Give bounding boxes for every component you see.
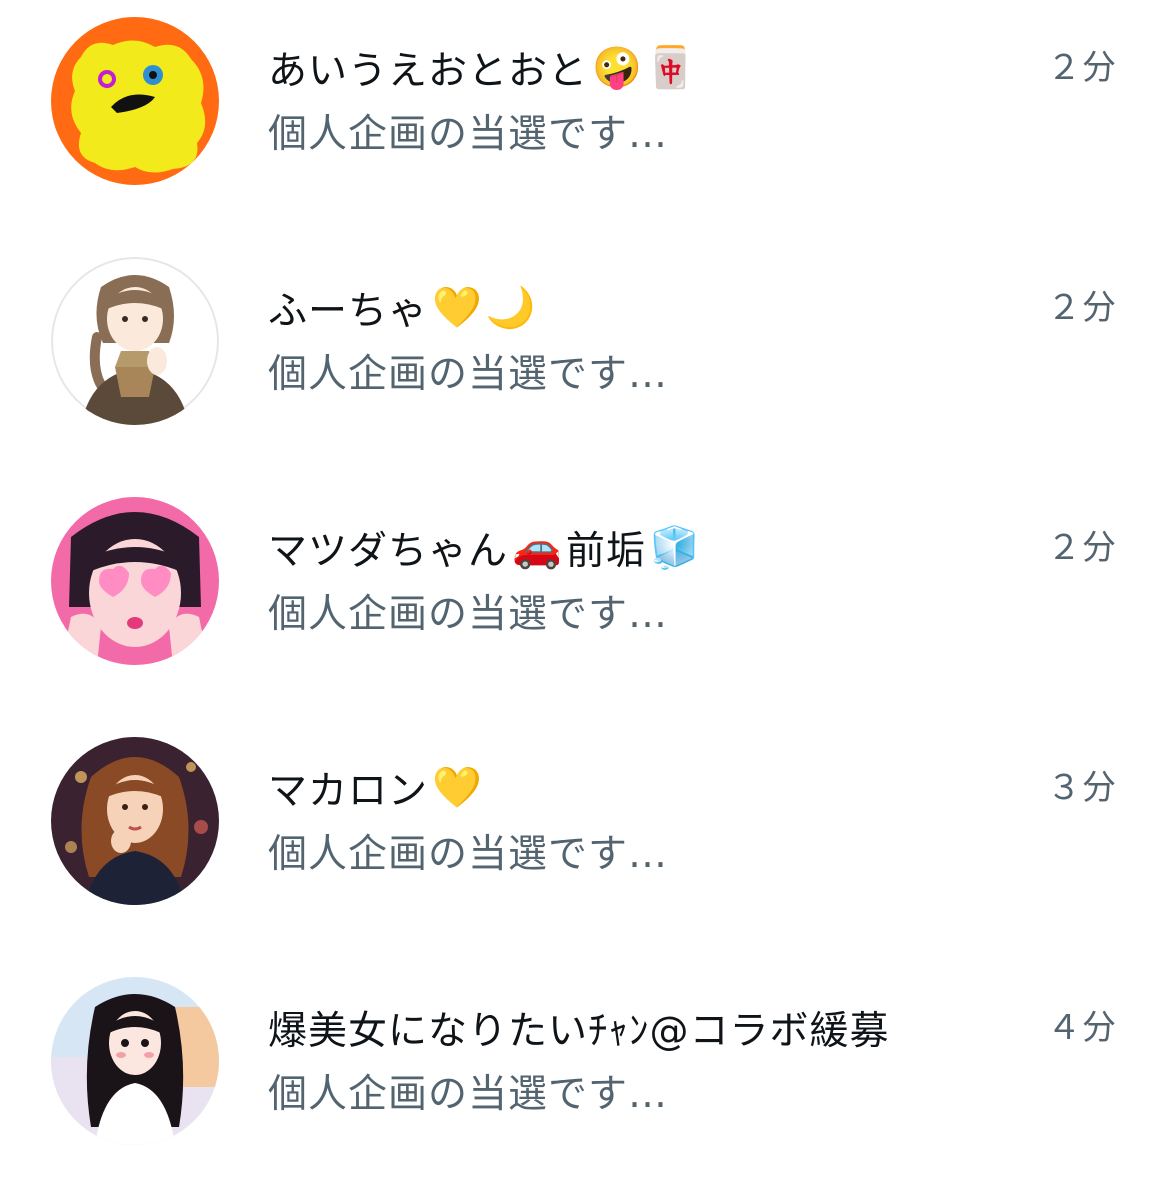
- notification-list: あいうえおとおと 🤪 🀄 ２分 個人企画の当選です… ふーちゃ 💛 🌙 ２分 個…: [0, 0, 1169, 1193]
- avatar[interactable]: [51, 737, 219, 905]
- display-name-line: あいうえおとおと 🤪 🀄: [268, 38, 696, 98]
- display-name: 爆美女になりたいﾁｬﾝ@コラボ緩募: [268, 1009, 890, 1054]
- yellow-heart-emoji-icon: 💛: [432, 285, 482, 331]
- notification-row[interactable]: 爆美女になりたいﾁｬﾝ@コラボ緩募 ４分 個人企画の当選です…: [0, 960, 1169, 1200]
- timestamp: ２分: [1047, 48, 1117, 88]
- pink-heart-glasses-girl-avatar: [51, 497, 219, 665]
- display-name-line: マツダちゃん 🚗 前垢 🧊: [268, 518, 700, 578]
- timestamp: ４分: [1047, 1008, 1117, 1048]
- display-name-line: ふーちゃ 💛 🌙: [268, 278, 536, 338]
- wavy-hair-woman-night-avatar: [51, 737, 219, 905]
- message-preview: 個人企画の当選です…: [268, 112, 669, 157]
- mahjong-tile-emoji-icon: 🀄: [645, 45, 696, 91]
- display-name-suffix: 前垢: [565, 529, 646, 574]
- message-preview: 個人企画の当選です…: [268, 832, 669, 877]
- display-name: ふーちゃ: [268, 289, 429, 334]
- notification-row[interactable]: ふーちゃ 💛 🌙 ２分 個人企画の当選です…: [0, 240, 1169, 480]
- message-preview: 個人企画の当選です…: [268, 1072, 669, 1117]
- timestamp: ２分: [1047, 528, 1117, 568]
- zany-face-emoji-icon: 🤪: [592, 45, 642, 91]
- crescent-moon-emoji-icon: 🌙: [485, 285, 536, 331]
- avatar[interactable]: [51, 17, 219, 185]
- avatar[interactable]: [51, 497, 219, 665]
- notification-row[interactable]: マツダちゃん 🚗 前垢 🧊 ２分 個人企画の当選です…: [0, 480, 1169, 720]
- timestamp: ３分: [1047, 768, 1117, 808]
- yellow-sponge-creature-avatar: [51, 17, 219, 185]
- ice-cube-emoji-icon: 🧊: [649, 525, 700, 571]
- avatar[interactable]: [51, 977, 219, 1145]
- illustrated-woman-braids-avatar: [51, 257, 219, 425]
- notification-row[interactable]: マカロン 💛 ３分 個人企画の当選です…: [0, 720, 1169, 960]
- display-name-line: 爆美女になりたいﾁｬﾝ@コラボ緩募: [268, 998, 890, 1058]
- display-name: マカロン: [268, 769, 429, 814]
- black-hair-girl-avatar: [51, 977, 219, 1145]
- yellow-heart-emoji-icon: 💛: [432, 765, 482, 811]
- display-name: あいうえおとおと: [268, 49, 589, 94]
- message-preview: 個人企画の当選です…: [268, 592, 669, 637]
- red-car-emoji-icon: 🚗: [512, 525, 562, 571]
- message-preview: 個人企画の当選です…: [268, 352, 669, 397]
- display-name-line: マカロン 💛: [268, 758, 482, 818]
- avatar[interactable]: [51, 257, 219, 425]
- display-name: マツダちゃん: [268, 529, 509, 574]
- notification-row[interactable]: あいうえおとおと 🤪 🀄 ２分 個人企画の当選です…: [0, 0, 1169, 240]
- timestamp: ２分: [1047, 288, 1117, 328]
